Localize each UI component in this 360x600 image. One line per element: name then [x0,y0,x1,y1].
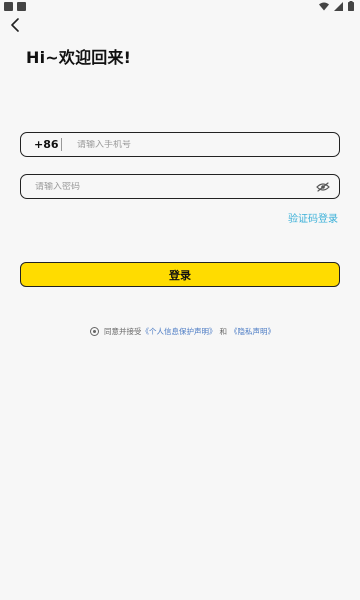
app-icon [17,2,26,11]
privacy-protection-link[interactable]: 《个人信息保护声明》 [142,326,217,337]
phone-field: +86 [20,132,340,157]
battery-icon [348,1,354,11]
back-button[interactable] [4,14,26,36]
password-visibility-toggle[interactable] [315,181,331,193]
sms-login-link[interactable]: 验证码登录 [288,210,338,225]
divider [61,138,62,151]
privacy-policy-link[interactable]: 《隐私声明》 [230,326,275,337]
chevron-left-icon [11,18,19,32]
status-bar [0,0,360,14]
country-code[interactable]: +86 [34,138,59,151]
agreement-connector: 和 [219,327,228,336]
status-right [319,1,354,11]
status-left [4,2,26,11]
phone-input[interactable] [77,139,339,150]
notification-icon [4,2,13,11]
agreement-row: 同意并接受 《个人信息保护声明》 和 《隐私声明》 [90,326,275,337]
password-field [20,174,340,199]
agreement-radio[interactable] [90,327,99,336]
page-title: Hi~欢迎回来! [26,48,132,67]
wifi-icon [319,2,329,10]
password-input[interactable] [35,181,315,192]
eye-off-icon [316,181,330,192]
login-button[interactable]: 登录 [20,262,340,287]
radio-dot [92,329,97,334]
agreement-prefix: 同意并接受 [104,327,142,336]
signal-icon [334,1,343,11]
